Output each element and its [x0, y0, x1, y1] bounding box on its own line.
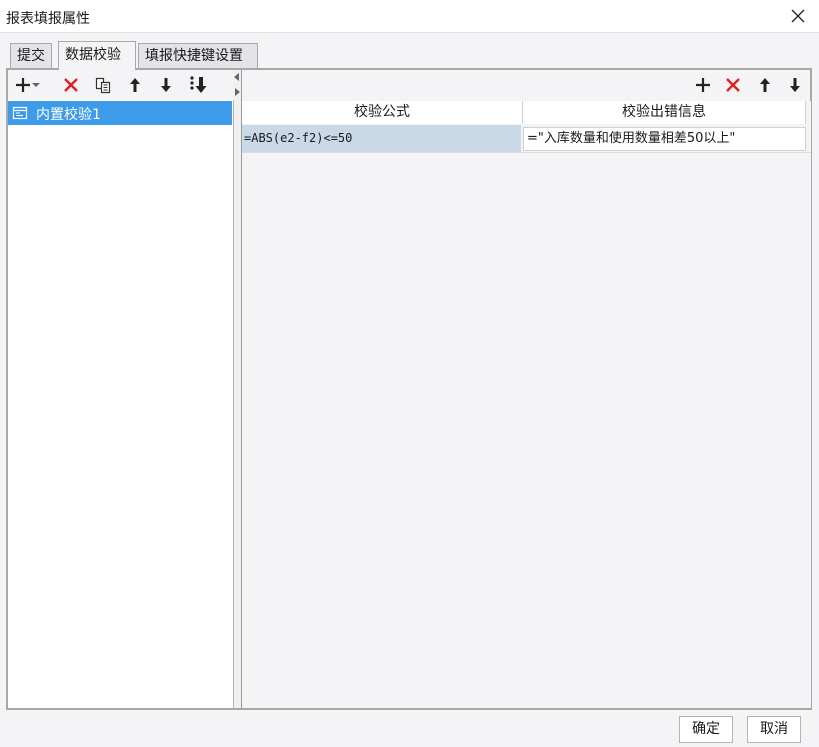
formula-table: 校验公式 校验出错信息 =ABS(e2-f2)<=50 ="入库数量和使用数量相…	[242, 101, 811, 708]
delete-formula-button[interactable]	[722, 74, 744, 96]
move-down-icon	[161, 78, 171, 92]
add-dropdown-button[interactable]	[30, 74, 42, 96]
tab-submit[interactable]: 提交	[10, 43, 52, 69]
error-message-cell[interactable]: ="入库数量和使用数量相差50以上"	[523, 127, 806, 151]
chevron-down-icon	[32, 83, 40, 87]
expand-right-icon	[235, 88, 240, 96]
column-header-error-message[interactable]: 校验出错信息	[523, 101, 806, 124]
validation-rule-icon	[12, 106, 28, 120]
ok-button[interactable]: 确定	[679, 716, 733, 743]
title-bar: 报表填报属性	[0, 0, 819, 33]
column-header-formula[interactable]: 校验公式	[242, 101, 523, 124]
left-toolbar	[8, 70, 234, 100]
table-row[interactable]: =ABS(e2-f2)<=50 ="入库数量和使用数量相差50以上"	[242, 125, 811, 153]
add-formula-button[interactable]	[692, 74, 714, 96]
add-icon	[696, 78, 710, 92]
copy-icon	[95, 77, 111, 94]
validation-list-pane: 内置校验1	[8, 70, 234, 708]
formula-cell[interactable]: =ABS(e2-f2)<=50	[242, 125, 521, 152]
reorder-button[interactable]	[188, 74, 210, 96]
close-button[interactable]	[787, 5, 809, 27]
copy-button[interactable]	[92, 74, 114, 96]
reorder-icon	[190, 76, 207, 93]
move-up-icon	[130, 78, 140, 92]
move-formula-up-button[interactable]	[754, 74, 776, 96]
validation-panel: 内置校验1 校验公式 校验出错信息 =ABS(e2-f2)<=50 ="入库数量…	[6, 68, 812, 710]
move-down-button[interactable]	[155, 74, 177, 96]
delete-icon	[726, 78, 740, 92]
move-up-button[interactable]	[124, 74, 146, 96]
formula-pane: 校验公式 校验出错信息 =ABS(e2-f2)<=50 ="入库数量和使用数量相…	[241, 70, 811, 708]
close-icon	[791, 9, 805, 23]
move-formula-down-button[interactable]	[784, 74, 806, 96]
list-item-label: 内置校验1	[36, 107, 101, 123]
collapse-left-icon	[234, 73, 239, 81]
pane-splitter[interactable]	[234, 70, 241, 708]
cancel-button[interactable]: 取消	[747, 716, 801, 743]
list-item[interactable]: 内置校验1	[8, 101, 232, 125]
tab-fill-shortcut-settings[interactable]: 填报快捷键设置	[138, 43, 258, 69]
window-title: 报表填报属性	[6, 11, 90, 27]
delete-icon	[64, 78, 78, 92]
move-down-icon	[790, 78, 800, 92]
move-up-icon	[760, 78, 770, 92]
tab-data-validation[interactable]: 数据校验	[58, 41, 136, 70]
right-toolbar	[242, 70, 811, 100]
delete-button[interactable]	[60, 74, 82, 96]
